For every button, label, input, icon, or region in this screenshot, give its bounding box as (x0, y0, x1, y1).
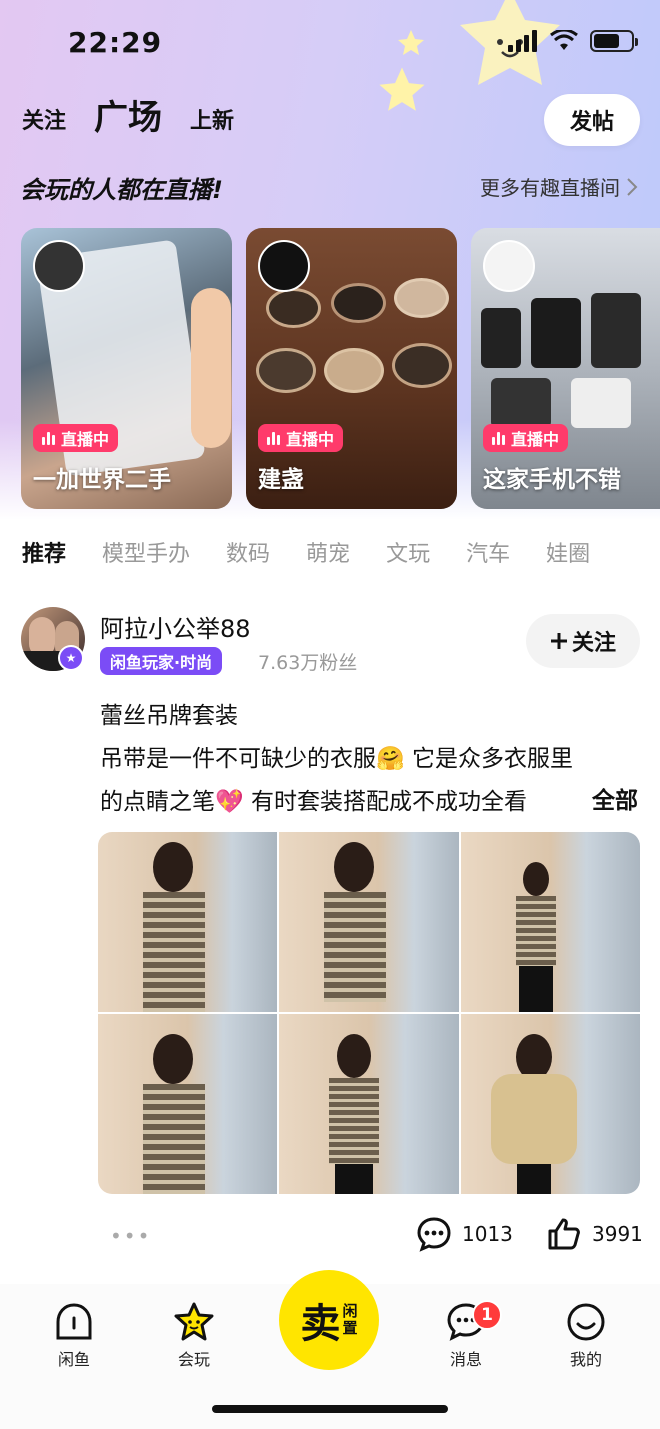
live-bars-icon (42, 431, 55, 445)
message-count-badge: 1 (472, 1300, 502, 1330)
live-card-title: 建盏 (258, 467, 304, 493)
sell-button[interactable]: 卖 闲 置 (279, 1270, 379, 1370)
tab-plaza-label: 广场 (94, 98, 163, 138)
smiley-profile-icon (567, 1303, 605, 1341)
streamer-avatar (483, 240, 535, 292)
plus-icon (550, 633, 567, 649)
streamer-avatar (258, 240, 310, 292)
expand-all-link[interactable]: 全部 (552, 781, 638, 815)
category-tabs: 推荐 模型手办 数码 萌宠 文玩 汽车 娃圈 (22, 536, 590, 568)
live-badge: 直播中 (33, 424, 119, 452)
category-tab[interactable]: 娃圈 (546, 536, 590, 568)
live-badge-label: 直播中 (61, 430, 110, 449)
sell-label: 卖 (300, 1301, 341, 1347)
post-title: 蕾丝吊牌套装 (100, 703, 238, 729)
live-section-title: 会玩的人都在直播! (20, 176, 223, 204)
live-bars-icon (492, 431, 505, 445)
tab-plaza[interactable]: 广场 (94, 98, 163, 139)
username[interactable]: 阿拉小公举88 (100, 609, 251, 644)
live-badge: 直播中 (483, 424, 569, 452)
live-cards: 直播中 一加世界二手 直播中 建盏 直播中 这家手机不错 (21, 228, 660, 509)
small-star-icon (379, 67, 425, 111)
post-photo[interactable] (460, 1014, 640, 1194)
follow-label: 关注 (571, 631, 616, 656)
streamer-avatar (33, 240, 85, 292)
live-card[interactable]: 直播中 建盏 (246, 228, 457, 509)
chevron-right-icon (627, 177, 638, 196)
comment-icon (417, 1217, 451, 1252)
tab-new[interactable]: 上新 (190, 103, 234, 139)
thumbs-up-icon (548, 1218, 580, 1250)
live-card[interactable]: 直播中 一加世界二手 (21, 228, 232, 509)
verified-badge-icon: ★ (58, 645, 84, 671)
live-card-title: 这家手机不错 (483, 467, 621, 493)
category-tab[interactable]: 推荐 (22, 536, 66, 568)
like-button[interactable]: 3991 (546, 1216, 643, 1252)
star-face-icon (174, 1302, 214, 1341)
nav-home[interactable]: 闲鱼 (34, 1302, 114, 1370)
post-actions: ••• 1013 3991 (0, 1212, 660, 1262)
post-photo[interactable] (98, 832, 278, 1012)
post-body-line: 吊带是一件不可缺少的衣服🤗 它是众多衣服里 (100, 746, 573, 772)
category-tab[interactable]: 萌宠 (306, 536, 350, 568)
post-photo[interactable] (98, 1014, 278, 1194)
category-tab[interactable]: 文玩 (386, 536, 430, 568)
sell-sub-label-1: 闲 (342, 1302, 358, 1320)
nav-me[interactable]: 我的 (546, 1302, 626, 1370)
status-time: 22:29 (68, 26, 163, 59)
live-card[interactable]: 直播中 这家手机不错 (471, 228, 660, 509)
status-icons (508, 30, 638, 52)
more-options-icon[interactable]: ••• (110, 1224, 151, 1248)
fans-count: 7.63万粉丝 (258, 652, 358, 674)
top-tabs: 关注 广场 上新 (22, 98, 234, 139)
nav-home-label: 闲鱼 (57, 1350, 90, 1369)
live-more-link[interactable]: 更多有趣直播间 (480, 172, 638, 201)
fish-home-icon (56, 1303, 92, 1340)
sell-sub-label-2: 置 (342, 1319, 358, 1337)
comment-count: 1013 (462, 1222, 513, 1246)
nav-play[interactable]: 会玩 (154, 1302, 234, 1370)
live-card-title: 一加世界二手 (33, 467, 171, 493)
post-photo[interactable] (460, 832, 640, 1012)
category-tab[interactable]: 数码 (226, 536, 270, 568)
follow-button[interactable]: 关注 (526, 614, 640, 668)
tab-follow[interactable]: 关注 (22, 103, 66, 139)
live-badge-label: 直播中 (286, 430, 335, 449)
category-tab[interactable]: 模型手办 (102, 536, 190, 568)
like-count: 3991 (592, 1222, 643, 1246)
live-more-label: 更多有趣直播间 (480, 176, 620, 200)
post-photo[interactable] (279, 1014, 459, 1194)
nav-me-label: 我的 (569, 1350, 602, 1369)
small-star-icon (398, 30, 424, 55)
live-badge: 直播中 (258, 424, 344, 452)
nav-messages-label: 消息 (449, 1350, 482, 1369)
comment-button[interactable]: 1013 (416, 1216, 513, 1252)
post-photo-grid (98, 832, 640, 1194)
signal-icon (508, 30, 537, 52)
live-badge-label: 直播中 (511, 430, 560, 449)
post-photo[interactable] (279, 832, 459, 1012)
user-tag: 闲鱼玩家·时尚 (100, 647, 223, 675)
post-button[interactable]: 发帖 (544, 94, 640, 146)
nav-play-label: 会玩 (177, 1350, 210, 1369)
live-bars-icon (267, 431, 280, 445)
category-tab[interactable]: 汽车 (466, 536, 510, 568)
sell-sub-label: 闲 置 (342, 1303, 357, 1337)
wifi-icon (550, 30, 578, 50)
battery-icon (590, 30, 638, 52)
home-indicator (212, 1405, 448, 1413)
